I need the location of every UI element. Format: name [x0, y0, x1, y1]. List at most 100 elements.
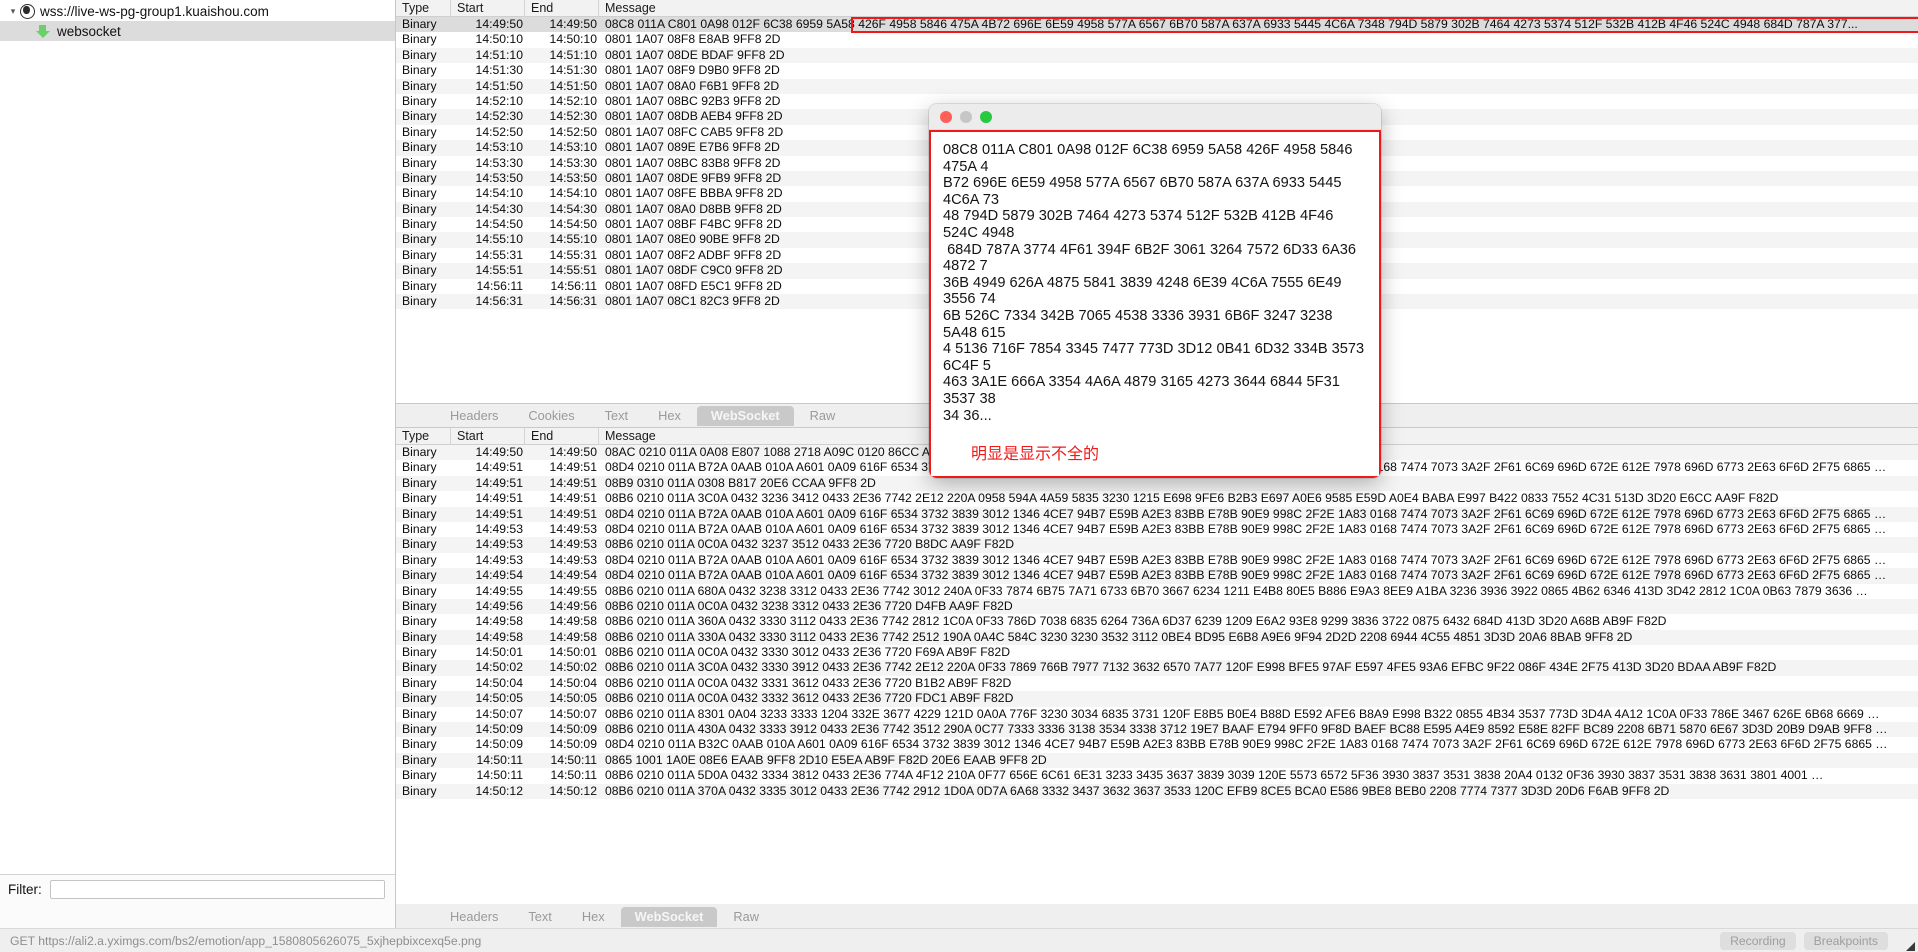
table-row[interactable]: Binary 14:50:10 14:50:10 0801 1A07 08F8 E8A…	[396, 32, 1918, 48]
table-row[interactable]: Binary 14:50:11 14:50:11 08B6 0210 011A 5D0…	[396, 768, 1918, 784]
breakpoints-button[interactable]: Breakpoints	[1803, 931, 1888, 950]
cell-msg: 0801 1A07 08A0 F6B1 9FF8 2D	[605, 78, 780, 93]
table-row[interactable]: Binary 14:49:50 14:49:50 08C8 011A C801 0A9…	[396, 17, 1918, 33]
tab-headers[interactable]: Headers	[436, 406, 512, 426]
table-row[interactable]: Binary 14:49:53 14:49:53 08D4 0210 011A B72…	[396, 552, 1918, 569]
table-row[interactable]: Binary 14:50:11 14:50:11 0865 1001 1A0E 08E…	[396, 752, 1918, 769]
table-row[interactable]: Binary 14:49:58 14:49:58 08B6 0210 011A 330…	[396, 629, 1918, 646]
column-header-message[interactable]: Message	[599, 0, 1918, 17]
table-row[interactable]: Binary 14:50:01 14:50:01 08B6 0210 011A 0C0…	[396, 645, 1918, 661]
cell-end: 14:49:51	[549, 460, 597, 475]
cell-end: 14:50:02	[549, 660, 597, 675]
cell-type: Binary	[402, 691, 437, 706]
cell-end: 14:50:09	[549, 722, 597, 737]
cell-msg: 08D4 0210 011A B72A 0AAB 010A A601 0A09 …	[605, 506, 1887, 521]
table-row[interactable]: Binary 14:49:54 14:49:54 08D4 0210 011A B72…	[396, 568, 1918, 584]
table-row[interactable]: Binary 14:51:10 14:51:10 0801 1A07 08DE BDA…	[396, 47, 1918, 64]
tab-cookies[interactable]: Cookies	[514, 406, 588, 426]
cell-msg: 08B6 0210 011A 370A 0432 3335 3012 0433 …	[605, 783, 1670, 798]
table-row[interactable]: Binary 14:50:05 14:50:05 08B6 0210 011A 0C0…	[396, 691, 1918, 707]
tab-hex[interactable]: Hex	[644, 406, 695, 426]
table-row[interactable]: Binary 14:51:50 14:51:50 0801 1A07 08A0 F6B…	[396, 78, 1918, 94]
cell-start: 14:50:02	[475, 660, 523, 675]
column-header-end[interactable]: End	[525, 0, 599, 17]
tab-text[interactable]: Text	[591, 406, 642, 426]
column-header-start[interactable]: Start	[451, 0, 525, 17]
table-row[interactable]: Binary 14:49:51 14:49:51 08B6 0210 011A 3C0…	[396, 491, 1918, 507]
lower-tabstrip[interactable]: Headers Text Hex WebSocket Raw	[396, 904, 1918, 928]
table-row[interactable]: Binary 14:49:51 14:49:51 08D4 0210 011A B72…	[396, 506, 1918, 522]
site-tree[interactable]: ▾ wss://live-ws-pg-group1.kuaishou.com w…	[0, 0, 395, 874]
table-row[interactable]: Binary 14:49:53 14:49:53 08D4 0210 011A B72…	[396, 521, 1918, 538]
cell-type: Binary	[402, 186, 437, 201]
close-icon[interactable]	[940, 110, 952, 123]
tab-text[interactable]: Text	[514, 907, 565, 927]
table-row[interactable]: Binary 14:51:30 14:51:30 0801 1A07 08F9 D9B…	[396, 63, 1918, 79]
cell-end: 14:50:05	[549, 691, 597, 706]
column-header-type[interactable]: Type	[396, 0, 451, 17]
table-row[interactable]: Binary 14:49:58 14:49:58 08B6 0210 011A 360…	[396, 614, 1918, 630]
table-row[interactable]: Binary 14:50:12 14:50:12 08B6 0210 011A 370…	[396, 783, 1918, 799]
tab-raw[interactable]: Raw	[796, 406, 850, 426]
cell-end: 14:53:50	[549, 170, 597, 185]
zoom-icon[interactable]	[980, 110, 992, 123]
popup-titlebar[interactable]	[929, 104, 1381, 130]
tab-websocket[interactable]: WebSocket	[696, 406, 794, 426]
table-row[interactable]: Binary 14:49:55 14:49:55 08B6 0210 011A 680…	[396, 583, 1918, 599]
lower-tabstrip-row: Headers Text Hex WebSocket Raw	[0, 904, 1918, 928]
bottom-column-header-type[interactable]: Type	[396, 428, 451, 445]
cell-end: 14:54:50	[549, 217, 597, 232]
cell-end: 14:50:11	[550, 768, 597, 783]
cell-start: 14:50:04	[475, 675, 523, 690]
cell-end: 14:49:53	[549, 537, 597, 552]
cell-end: 14:55:31	[549, 247, 597, 262]
cell-end: 14:56:11	[550, 278, 597, 293]
bottom-message-table[interactable]: Type Start End Message Binary 14:49:50 14:…	[396, 428, 1918, 904]
cell-type: Binary	[402, 768, 437, 783]
table-row[interactable]: Binary 14:50:04 14:50:04 08B6 0210 011A 0C0…	[396, 675, 1918, 692]
tab-headers[interactable]: Headers	[436, 907, 512, 927]
table-row[interactable]: Binary 14:50:09 14:50:09 08B6 0210 011A 430…	[396, 722, 1918, 738]
cell-type: Binary	[402, 32, 437, 47]
cell-msg: 0865 1001 1A0E 08E6 EAAB 9FF8 2D10 E5EA …	[605, 752, 1047, 767]
bottom-column-header-start[interactable]: Start	[451, 428, 525, 445]
table-row[interactable]: Binary 14:49:53 14:49:53 08B6 0210 011A 0C0…	[396, 537, 1918, 553]
bottom-column-header-end[interactable]: End	[525, 428, 599, 445]
cell-msg: 08D4 0210 011A B32C 0AAB 010A A601 0A09 …	[605, 737, 1888, 752]
cell-type: Binary	[402, 217, 437, 232]
cell-msg: 08B6 0210 011A 0C0A 0432 3331 3612 0433 …	[605, 675, 1012, 690]
minimize-icon[interactable]	[960, 110, 972, 123]
cell-type: Binary	[402, 232, 437, 247]
tree-item-host[interactable]: ▾ wss://live-ws-pg-group1.kuaishou.com	[0, 1, 395, 21]
table-row[interactable]: Binary 14:50:02 14:50:02 08B6 0210 011A 3C0…	[396, 660, 1918, 676]
cell-end: 14:50:07	[549, 706, 597, 721]
table-row[interactable]: Binary 14:49:56 14:49:56 08B6 0210 011A 0C0…	[396, 598, 1918, 615]
cell-type: Binary	[402, 722, 437, 737]
cell-end: 14:49:56	[549, 598, 597, 613]
chevron-down-icon[interactable]: ▾	[6, 4, 20, 18]
window-resize-grip[interactable]	[1902, 938, 1916, 952]
cell-type: Binary	[402, 706, 437, 721]
cell-start: 14:52:50	[475, 124, 523, 139]
cell-msg: 08B6 0210 011A 0C0A 0432 3332 3612 0433 …	[605, 691, 1014, 706]
tree-item-websocket[interactable]: websocket	[0, 21, 395, 41]
cell-type: Binary	[402, 645, 437, 660]
cell-type: Binary	[402, 614, 437, 629]
cell-type: Binary	[402, 445, 437, 459]
cell-start: 14:49:53	[475, 521, 523, 536]
recording-button[interactable]: Recording	[1720, 931, 1796, 950]
table-row[interactable]: Binary 14:50:07 14:50:07 08B6 0210 011A 830…	[396, 706, 1918, 723]
cell-type: Binary	[402, 598, 437, 613]
cell-msg: 08B6 0210 011A 5D0A 0432 3334 3812 0433 …	[605, 768, 1824, 783]
cell-start: 14:55:10	[475, 232, 523, 247]
table-row[interactable]: Binary 14:49:51 14:49:51 08B9 0310 011A 030…	[396, 475, 1918, 492]
filter-input[interactable]	[49, 880, 385, 899]
tab-raw[interactable]: Raw	[719, 907, 773, 927]
hex-preview-popup[interactable]: 08C8 011A C801 0A98 012F 6C38 6959 5A58 …	[929, 104, 1381, 479]
table-row[interactable]: Binary 14:50:09 14:50:09 08D4 0210 011A B32…	[396, 737, 1918, 753]
tab-websocket[interactable]: WebSocket	[620, 907, 718, 927]
cell-start: 14:55:51	[475, 263, 523, 278]
tab-hex[interactable]: Hex	[568, 907, 619, 927]
cell-end: 14:50:01	[549, 645, 597, 660]
cell-end: 14:49:58	[549, 629, 597, 644]
